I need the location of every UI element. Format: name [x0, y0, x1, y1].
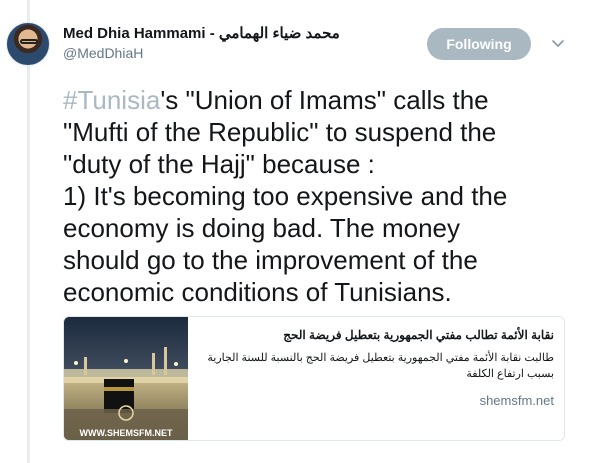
card-title[interactable]: نقابة الأئمة تطالب مفتي الجمهورية بتعطيل… [283, 328, 554, 342]
following-button[interactable]: Following [427, 28, 531, 60]
card-description: طالبت نقابة الأئمة مفتي الجمهورية بتعطيل… [207, 352, 554, 380]
tweet-line: "Mufti of the Republic" to suspend the [63, 117, 497, 147]
tweet-line-text: 's "Union of Imams" calls the [160, 85, 489, 115]
tweet-line: 1) It's becoming too expensive and the [63, 181, 508, 211]
screen-name[interactable]: @MedDhiaH [63, 45, 143, 61]
tweet-line: #Tunisia's "Union of Imams" calls the [63, 84, 578, 116]
chevron-down-icon[interactable] [549, 34, 567, 52]
card-domain: shemsfm.net [479, 393, 554, 408]
tweet-line: economy is doing bad. The money [63, 213, 460, 243]
link-card[interactable]: WWW.SHEMSFM.NET نقابة الأئمة تطالب مفتي … [63, 316, 565, 441]
tweet-header: Med Dhia Hammami - محمد ضياء الهمامي @Me… [0, 0, 590, 80]
display-name[interactable]: Med Dhia Hammami - محمد ضياء الهمامي [63, 24, 340, 42]
avatar[interactable] [6, 22, 50, 66]
tweet-line: economic conditions of Tunisians. [63, 277, 452, 307]
tweet-line: "duty of the Hajj" because : [63, 149, 375, 179]
card-body[interactable]: نقابة الأئمة تطالب مفتي الجمهورية بتعطيل… [200, 317, 554, 440]
tweet-text: #Tunisia's "Union of Imams" calls the "M… [63, 84, 578, 308]
hashtag-link[interactable]: #Tunisia [63, 85, 160, 115]
avatar-glasses [20, 39, 38, 44]
tweet-line: should go to the improvement of the [63, 245, 478, 275]
kaaba-night-image: WWW.SHEMSFM.NET [64, 317, 188, 440]
thumbnail-watermark: WWW.SHEMSFM.NET [80, 428, 173, 438]
card-thumbnail[interactable]: WWW.SHEMSFM.NET [64, 317, 188, 440]
